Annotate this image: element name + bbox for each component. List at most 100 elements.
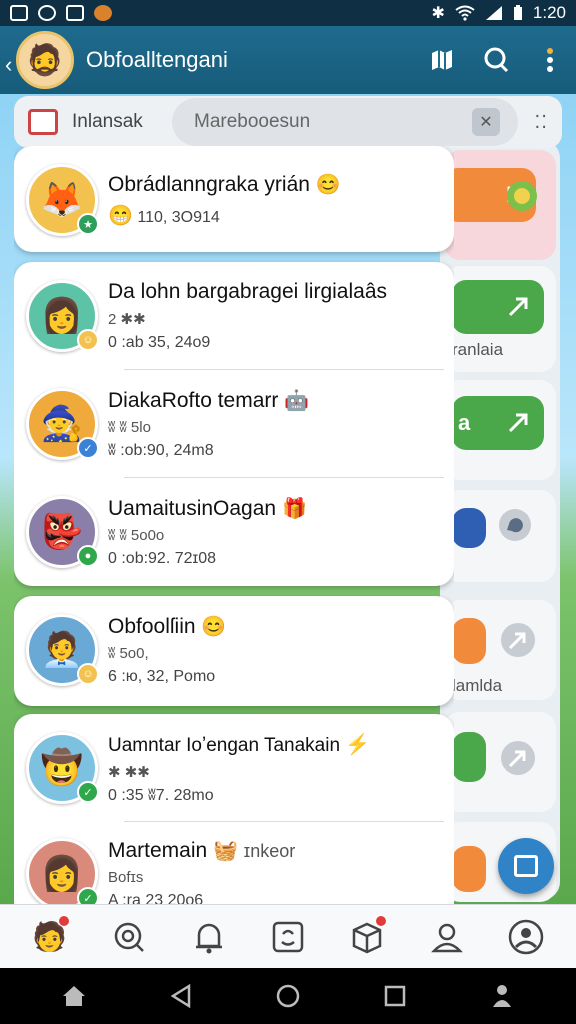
sync-icon <box>38 5 56 21</box>
signal-icon <box>485 6 502 20</box>
chat-time: 6 :ю, 32, Pomo <box>108 668 216 685</box>
system-nav-bar <box>0 968 576 1024</box>
chat-time: 0 :ab 35, 24о9 <box>108 334 211 351</box>
share-icon[interactable] <box>500 740 536 776</box>
back-chevron-icon[interactable]: ‹ <box>5 52 12 78</box>
chat-subtitle: ʬ 5o0, <box>108 645 149 662</box>
tab-stickers[interactable] <box>266 915 310 959</box>
search-icon[interactable] <box>482 46 510 74</box>
tab-inbox-label: Inlansak <box>72 111 143 132</box>
share-icon <box>508 297 528 317</box>
compose-button[interactable] <box>498 838 554 894</box>
chat-name: UamaitusinOagan <box>108 497 277 520</box>
avatar: 👩 ✓ <box>26 838 99 904</box>
chat-bubble-icon[interactable] <box>498 508 532 542</box>
tab-chat-search[interactable] <box>107 915 151 959</box>
chat-name: DiakaRofto temarr <box>108 389 279 412</box>
tab-settings[interactable] <box>504 915 548 959</box>
page-title: Obfoalltengani <box>86 47 228 72</box>
settings-icon <box>508 919 544 954</box>
wifi-icon <box>455 5 475 21</box>
profile-icon <box>430 923 463 952</box>
avatar: 👩 ☺ <box>26 280 99 352</box>
chat-subtitle: 2 ✱✱ <box>108 311 146 328</box>
map-icon[interactable] <box>428 46 456 74</box>
accessibility-icon[interactable] <box>487 981 517 1011</box>
chat-time: ʬ :ob:90, 24m8 <box>108 442 214 459</box>
smile-emoji-icon: 😊 <box>201 616 227 638</box>
chat-subtitle: ✱ ✱✱ <box>108 763 150 781</box>
avatar: 👺 ● <box>26 496 99 568</box>
gift-emoji-icon: 🎁 <box>281 498 307 520</box>
bluetooth-icon: ✱ <box>431 5 445 22</box>
chat-item[interactable]: 👺 ● UamaitusinOagan 🎁 ʬ ʬ 5o0o 0 :ob:92.… <box>14 478 454 586</box>
chat-name: Martemain <box>108 839 208 862</box>
avatar: 🦊 ★ <box>26 164 99 236</box>
status-badge: ✓ <box>77 781 99 803</box>
avatar: 🤠 ✓ <box>26 732 99 804</box>
side-pill-green[interactable]: a <box>452 396 544 450</box>
chat-item[interactable]: 🧑‍💼 ☺ Obfoolſiin 😊 ʬ 5o0, 6 :ю, 32, Pomo <box>14 596 454 704</box>
more-icon[interactable] <box>536 46 564 74</box>
side-pill-orange[interactable] <box>452 618 486 664</box>
battery-icon <box>513 5 522 20</box>
notification-badge <box>57 914 70 927</box>
overflow-icon[interactable]: ⁚⁚ <box>535 112 548 133</box>
chat-search-icon <box>114 922 145 952</box>
status-time: 1:20 <box>532 3 566 22</box>
avatar-character-icon: 👩 <box>40 297 84 335</box>
back-icon[interactable] <box>166 981 196 1011</box>
share-icon[interactable] <box>500 622 536 658</box>
side-label: ranlaia <box>452 340 504 359</box>
status-bar: ✱ 1:20 <box>0 0 576 26</box>
chat-subtitle: ʬ ʬ 5o0o <box>108 527 165 544</box>
basket-emoji-icon: 🧺 <box>213 840 238 862</box>
chat-card: 👩 ☺ Da lohn bargabragei lirgialaâs 2 ✱✱ … <box>14 262 454 586</box>
avatar: 🧙 ✓ <box>26 388 99 460</box>
tab-box[interactable] <box>345 914 389 959</box>
robot-emoji-icon: 🤖 <box>284 390 310 412</box>
avatar-character-icon: 🧙 <box>40 405 84 443</box>
chat-time: 110, 3О914 <box>137 209 220 226</box>
bell-icon <box>195 923 222 953</box>
chat-item[interactable]: 🧙 ✓ DiakaRofto temarr 🤖 ʬ ʬ 5lo ʬ :ob:90… <box>14 370 454 478</box>
avatar-character-icon: 👺 <box>40 513 84 551</box>
chat-time: 0 :ob:92. 72ɪ08 <box>108 550 217 567</box>
tab-profile[interactable] <box>425 915 469 959</box>
chat-item[interactable]: 🦊 ★ Obrádlanngraka yrián 😊 😁 110, 3О914 <box>14 146 454 254</box>
notification-icon <box>94 5 112 21</box>
tab-notifications[interactable] <box>187 915 231 959</box>
status-badge: ☺ <box>77 663 99 685</box>
bottom-tab-bar: 🧑 <box>0 904 576 968</box>
side-pill-green[interactable] <box>452 280 544 334</box>
side-pill-orange[interactable] <box>452 846 486 892</box>
sticker-icon <box>272 921 304 952</box>
clear-icon[interactable]: ✕ <box>472 108 500 136</box>
status-badge: ● <box>77 545 99 567</box>
chat-name: Uamntar Ioʼengan Tanakain <box>108 734 341 756</box>
search-row: Inlansak Marebooesun ✕ ⁚⁚ <box>14 96 562 148</box>
recents-icon[interactable] <box>380 981 410 1011</box>
compose-icon <box>514 855 538 877</box>
tab-avatar[interactable]: 🧑 <box>28 914 72 959</box>
chat-time: 0 :35 ʬ7. 28mo <box>108 786 214 804</box>
home-icon[interactable] <box>59 981 89 1011</box>
circle-home-icon[interactable] <box>273 981 303 1011</box>
chat-item[interactable]: 👩 ✓ Martemain 🧺 ɪnkeor Bofɪs A :ra 23 20… <box>14 820 454 904</box>
side-pill-blue[interactable] <box>452 508 486 548</box>
search-placeholder: Marebooesun <box>194 111 311 132</box>
side-pill-green[interactable] <box>452 732 486 782</box>
avatar-character-icon: 👩 <box>40 855 84 893</box>
chat-item[interactable]: 🤠 ✓ Uamntar Ioʼengan Tanakain ⚡ ✱ ✱✱ 0 :… <box>14 714 454 822</box>
chat-card: 🤠 ✓ Uamntar Ioʼengan Tanakain ⚡ ✱ ✱✱ 0 :… <box>14 714 454 904</box>
search-input[interactable]: Marebooesun ✕ <box>172 98 518 146</box>
chat-subtitle: ʬ ʬ 5lo <box>108 419 151 436</box>
gift-icon[interactable] <box>506 180 538 212</box>
tab-inbox[interactable]: Inlansak <box>28 109 143 135</box>
app-header: ‹ 🧔 Obfoalltengani <box>0 26 576 94</box>
avatar-character-icon: 🤠 <box>40 749 84 787</box>
notification-badge <box>375 914 388 927</box>
chat-item[interactable]: 👩 ☺ Da lohn bargabragei lirgialaâs 2 ✱✱ … <box>14 262 454 370</box>
profile-avatar[interactable]: ‹ 🧔 <box>5 31 74 89</box>
chat-list: 🦊 ★ Obrádlanngraka yrián 😊 😁 110, 3О914 … <box>14 146 454 904</box>
